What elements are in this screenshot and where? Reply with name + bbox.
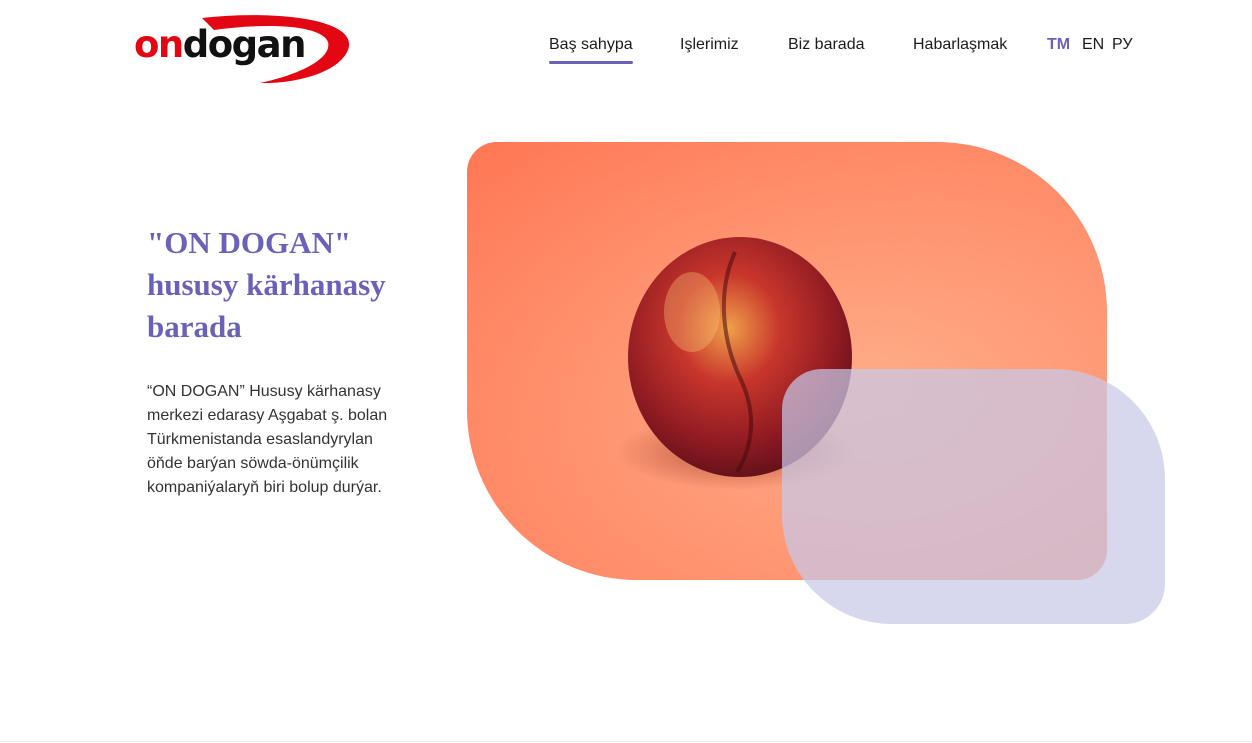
logo-dogan: dogan (182, 23, 307, 66)
hero-text-line: merkezi edarasy Aşgabat ş. bolan (147, 407, 388, 424)
hero-text-line: kompaniýalaryň biri bolup durýar. (147, 479, 382, 496)
hero-title-line: hususy kärhanasy (147, 267, 386, 302)
hero-title: "ON DOGAN" hususy kärhanasy barada (147, 222, 427, 348)
decorative-overlay-shape (782, 369, 1165, 624)
hero-title-line: barada (147, 309, 242, 344)
logo[interactable]: ondogan (132, 12, 354, 86)
footer-divider (0, 741, 1252, 742)
lang-tm[interactable]: TM (1047, 34, 1070, 56)
hero-title-line: "ON DOGAN" (147, 225, 352, 260)
nav-item-about[interactable]: Biz barada (788, 34, 865, 56)
nav-item-works[interactable]: Işlerimiz (680, 34, 739, 56)
nav-item-contact[interactable]: Habarlaşmak (913, 34, 1007, 56)
hero-description: “ON DOGAN” Hususy kärhanasy merkezi edar… (147, 380, 407, 500)
logo-wordmark: ondogan (134, 22, 307, 68)
hero-text-line: öňde barýan söwda-önümçilik (147, 455, 359, 472)
logo-on: on (134, 23, 184, 66)
lang-en[interactable]: EN (1082, 34, 1104, 56)
hero-text-line: “ON DOGAN” Hususy kärhanasy (147, 383, 381, 400)
nav-item-home[interactable]: Baş sahypa (549, 34, 633, 64)
hero-text-line: Türkmenistanda esaslandyrylan (147, 431, 373, 448)
lang-ru[interactable]: РУ (1112, 34, 1132, 56)
